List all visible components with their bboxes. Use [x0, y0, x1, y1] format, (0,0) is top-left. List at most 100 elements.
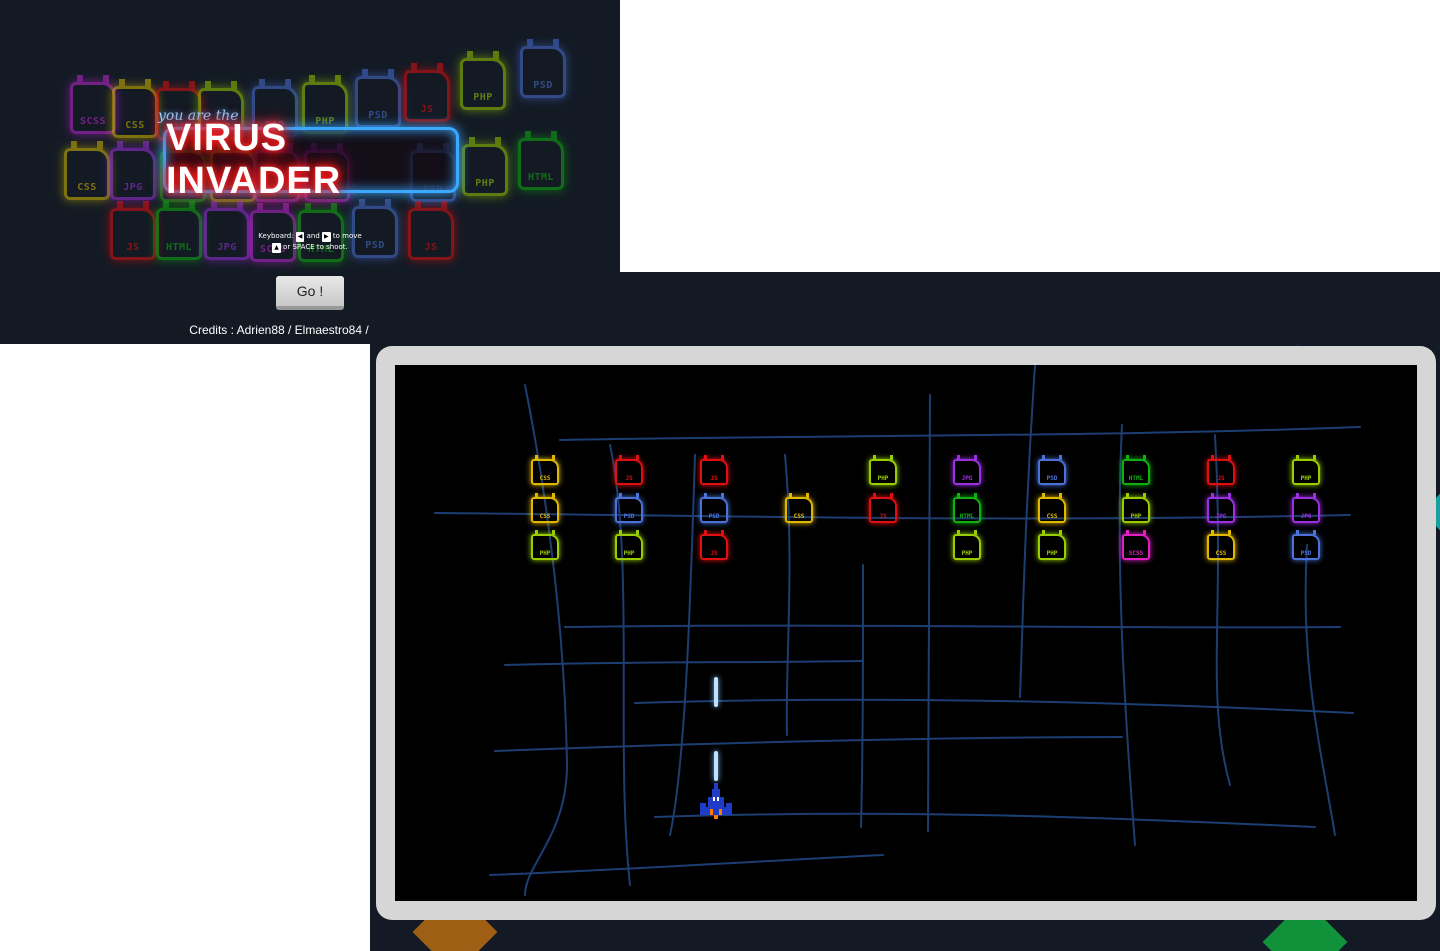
invader-label: JPG [961, 475, 973, 482]
background-invader-label: JS [126, 242, 140, 253]
grid-line [1214, 434, 1231, 786]
invader-jpg-icon: JPG [953, 455, 981, 485]
invader-css-icon: CSS [785, 493, 813, 523]
invader-label: PSD [708, 513, 720, 520]
background-invader-icon: SCSS [70, 75, 116, 134]
player-laser [714, 677, 718, 707]
invader-css-icon: CSS [531, 493, 559, 523]
grid-line [564, 624, 1341, 629]
invader-label: PSD [1300, 550, 1312, 557]
game-area: CSS JS JS PHP JPG PSD HTML JS PHP CSS PSD PSD CSS JS H… [370, 272, 1440, 951]
grid-line [634, 698, 1354, 714]
invader-label: CSS [539, 475, 551, 482]
game-title: VIRUS INVADER [166, 117, 342, 202]
player-ship-icon [700, 783, 732, 819]
background-invader-label: PHP [475, 178, 495, 189]
invader-php-icon: PHP [1122, 493, 1150, 523]
grid-line [1118, 424, 1136, 846]
invader-label: JS [625, 475, 633, 482]
grid-line [669, 454, 696, 836]
grid-line [1304, 544, 1336, 836]
background-invader-icon: CSS [112, 79, 158, 138]
invader-psd-icon: PSD [1038, 455, 1066, 485]
help-and: and [306, 232, 320, 240]
invader-label: PHP [539, 550, 551, 557]
up-arrow-key-icon: ▲ [272, 243, 281, 253]
background-invader-label: CSS [125, 120, 145, 131]
invader-psd-icon: PSD [615, 493, 643, 523]
player-laser [714, 751, 718, 781]
help-move: to move [332, 232, 362, 240]
help-shoot: or SPACE to shoot. [283, 243, 348, 251]
invader-scss-icon: SCSS [1122, 530, 1150, 560]
invader-label: PHP [1300, 475, 1312, 482]
game-canvas[interactable]: CSS JS JS PHP JPG PSD HTML JS PHP CSS PSD PSD CSS JS H… [395, 365, 1417, 901]
invader-label: JPG [1300, 513, 1312, 520]
invader-label: HTML [959, 513, 975, 520]
invader-label: PHP [1130, 513, 1142, 520]
invader-label: SCSS [1128, 550, 1144, 557]
invader-css-icon: CSS [1207, 530, 1235, 560]
grid-line [494, 736, 1123, 752]
invader-js-icon: JS [615, 455, 643, 485]
invader-label: PHP [623, 550, 635, 557]
invader-jpg-icon: JPG [1207, 493, 1235, 523]
background-invader-icon: JS [110, 201, 156, 260]
background-invader-icon: JS [404, 63, 450, 122]
background-invader-icon: JS [408, 201, 454, 260]
invader-js-icon: JS [1207, 455, 1235, 485]
invader-label: PHP [1046, 550, 1058, 557]
background-invader-label: JPG [217, 242, 237, 253]
invader-php-icon: PHP [869, 455, 897, 485]
invader-php-icon: PHP [953, 530, 981, 560]
invader-label: JPG [1215, 513, 1227, 520]
right-arrow-key-icon: ▶ [322, 232, 331, 242]
invader-php-icon: PHP [531, 530, 559, 560]
invader-psd-icon: PSD [700, 493, 728, 523]
invader-label: CSS [539, 513, 551, 520]
invader-label: PSD [1046, 475, 1058, 482]
invader-php-icon: PHP [1038, 530, 1066, 560]
invader-label: JS [1217, 475, 1225, 482]
background-invader-icon: HTML [156, 201, 202, 260]
invader-css-icon: CSS [1038, 493, 1066, 523]
game-frame: CSS JS JS PHP JPG PSD HTML JS PHP CSS PSD PSD CSS JS H… [376, 346, 1436, 920]
grid-line [504, 660, 864, 666]
grid-line [654, 812, 1316, 828]
invader-html-icon: HTML [1122, 455, 1150, 485]
invader-css-icon: CSS [531, 455, 559, 485]
invader-label: PHP [961, 550, 973, 557]
help-keyboard-label: Keyboard: [258, 232, 294, 240]
invader-php-icon: PHP [1292, 455, 1320, 485]
keyboard-help: Keyboard: ◀ and ▶ to move ▲ or SPACE to … [240, 231, 380, 253]
background-invader-label: JS [420, 104, 434, 115]
grid-line [1019, 365, 1036, 698]
go-button[interactable]: Go ! [276, 276, 344, 310]
background-invader-label: JS [424, 242, 438, 253]
background-invader-icon: HTML [518, 131, 564, 190]
invader-js-icon: JS [869, 493, 897, 523]
invader-jpg-icon: JPG [1292, 493, 1320, 523]
invader-label: PHP [877, 475, 889, 482]
invader-label: JS [710, 550, 718, 557]
invader-php-icon: PHP [615, 530, 643, 560]
background-invader-icon: PSD [520, 39, 566, 98]
left-arrow-key-icon: ◀ [295, 232, 305, 242]
invader-js-icon: JS [700, 455, 728, 485]
background-invader-label: SCSS [79, 116, 107, 127]
invader-label: CSS [1046, 513, 1058, 520]
background-invader-label: HTML [165, 242, 193, 253]
background-invader-label: JPG [123, 182, 143, 193]
invader-label: CSS [793, 513, 805, 520]
invader-psd-icon: PSD [1292, 530, 1320, 560]
invader-label: JS [879, 513, 887, 520]
background-invader-label: PSD [533, 80, 553, 91]
grid-line [489, 854, 884, 876]
invader-js-icon: JS [700, 530, 728, 560]
invader-label: JS [710, 475, 718, 482]
invader-label: PSD [623, 513, 635, 520]
background-invader-label: CSS [77, 182, 97, 193]
background-grid [434, 365, 1361, 896]
background-invader-icon: PHP [462, 137, 508, 196]
invader-label: HTML [1128, 475, 1144, 482]
